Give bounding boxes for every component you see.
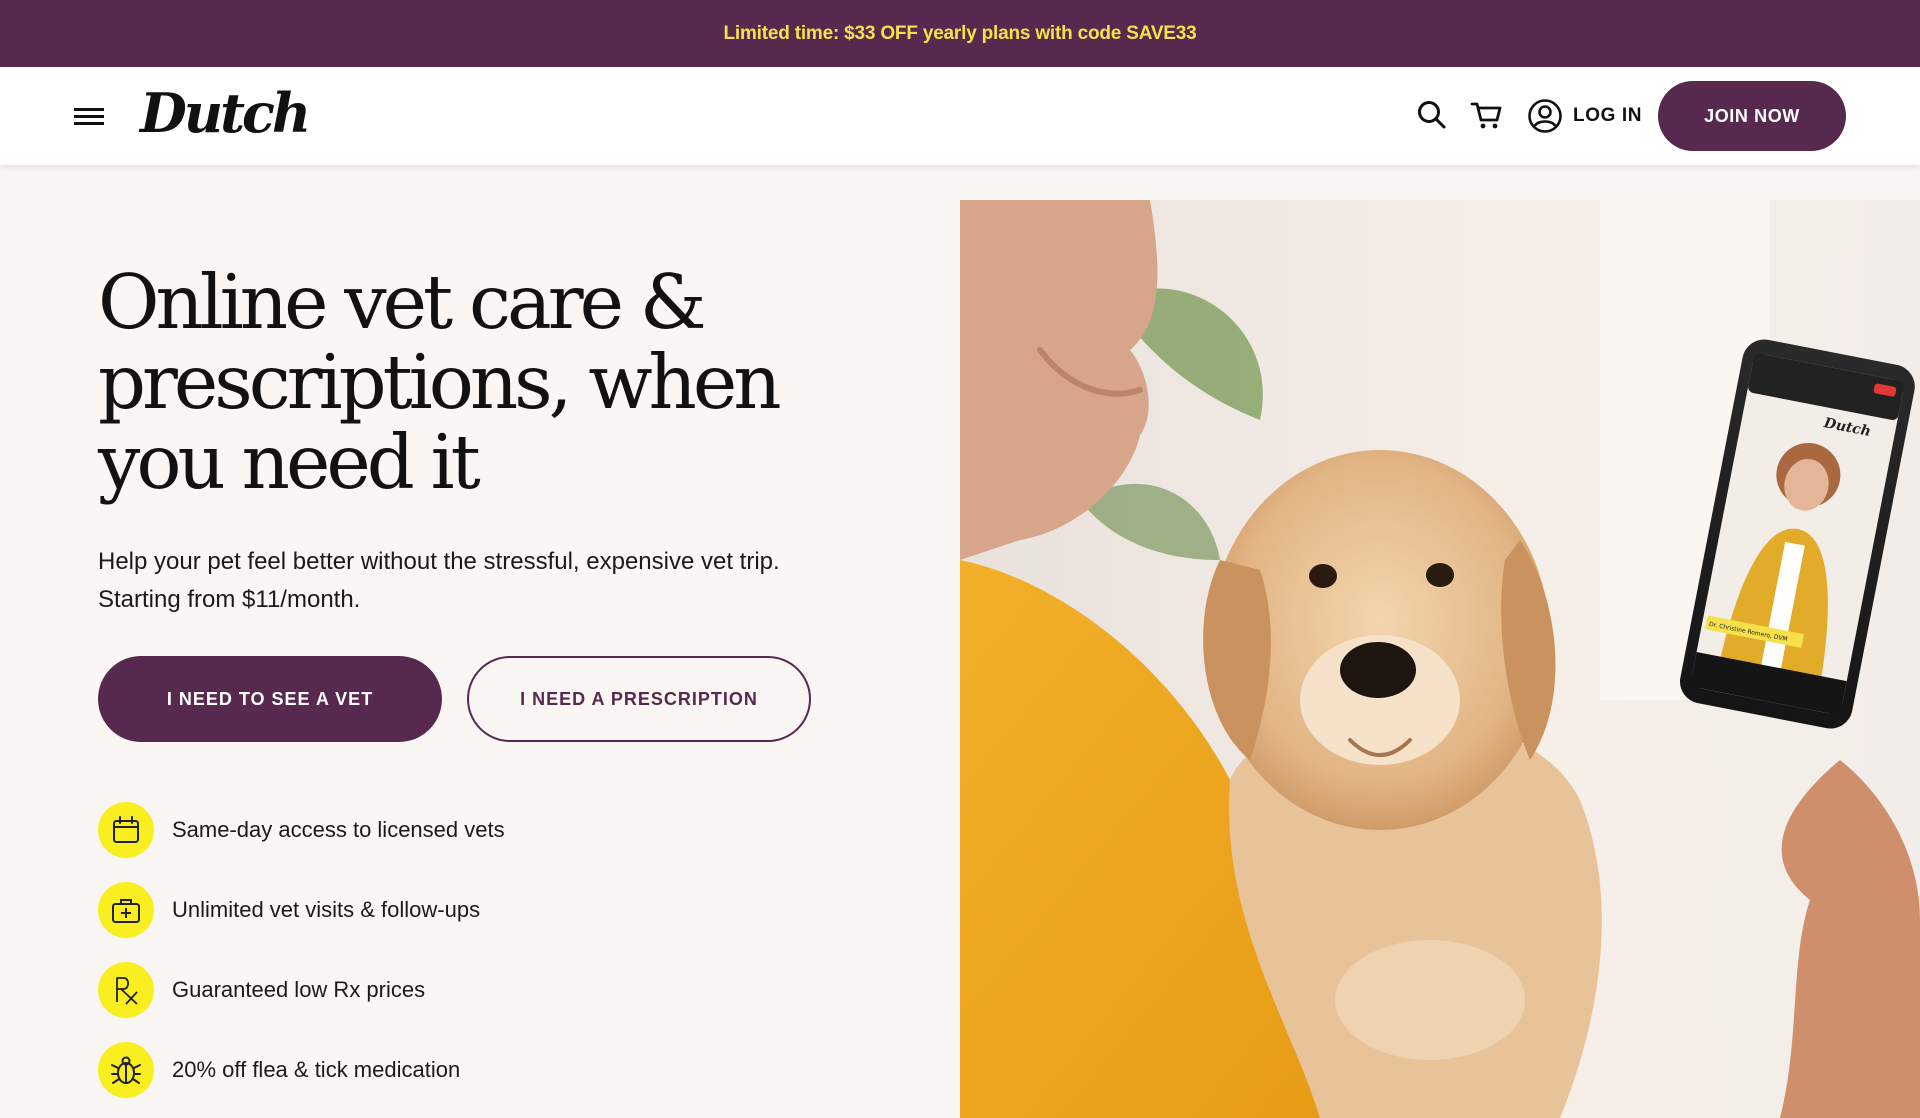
rx-icon <box>98 962 154 1018</box>
need-prescription-button[interactable]: I NEED A PRESCRIPTION <box>467 656 811 742</box>
list-item: Same-day access to licensed vets <box>98 790 918 870</box>
hero-subtitle: Help your pet feel better without the st… <box>98 543 858 619</box>
user-icon <box>1528 99 1562 133</box>
login-label: LOG IN <box>1573 105 1643 126</box>
menu-icon[interactable] <box>70 100 108 132</box>
feature-text: 20% off flea & tick medication <box>172 1057 461 1082</box>
hero-title: Online vet care & prescriptions, when yo… <box>98 258 782 506</box>
promo-text: Limited time: $33 OFF yearly plans with … <box>723 22 1197 44</box>
join-now-button[interactable]: JOIN NOW <box>1658 81 1846 151</box>
bug-icon <box>98 1042 154 1098</box>
site-header: Dutch LOG IN JOIN NOW <box>0 67 1920 165</box>
promo-banner: Limited time: $33 OFF yearly plans with … <box>0 0 1920 67</box>
feature-text: Unlimited vet visits & follow-ups <box>172 897 481 922</box>
hero-subtitle-line-2: Starting from $11/month. <box>98 586 361 613</box>
dutch-logo[interactable]: Dutch <box>140 81 311 145</box>
calendar-icon <box>98 802 154 858</box>
list-item: 20% off flea & tick medication <box>98 1030 918 1110</box>
search-icon[interactable] <box>1414 97 1450 133</box>
feature-text: Same-day access to licensed vets <box>172 817 505 842</box>
list-item: Unlimited vet visits & follow-ups <box>98 870 918 950</box>
hero-photo: Dutch Dr. Christine Romero, DVM <box>960 200 1920 1118</box>
medical-kit-icon <box>98 882 154 938</box>
cart-icon[interactable] <box>1469 97 1505 133</box>
login-link[interactable]: LOG IN <box>1527 96 1642 136</box>
feature-text: Guaranteed low Rx prices <box>172 977 426 1002</box>
see-a-vet-button[interactable]: I NEED TO SEE A VET <box>98 656 442 742</box>
list-item: Guaranteed low Rx prices <box>98 950 918 1030</box>
hero-subtitle-line-1: Help your pet feel better without the st… <box>98 548 780 575</box>
feature-list: Same-day access to licensed vets Unlimit… <box>98 790 918 1110</box>
